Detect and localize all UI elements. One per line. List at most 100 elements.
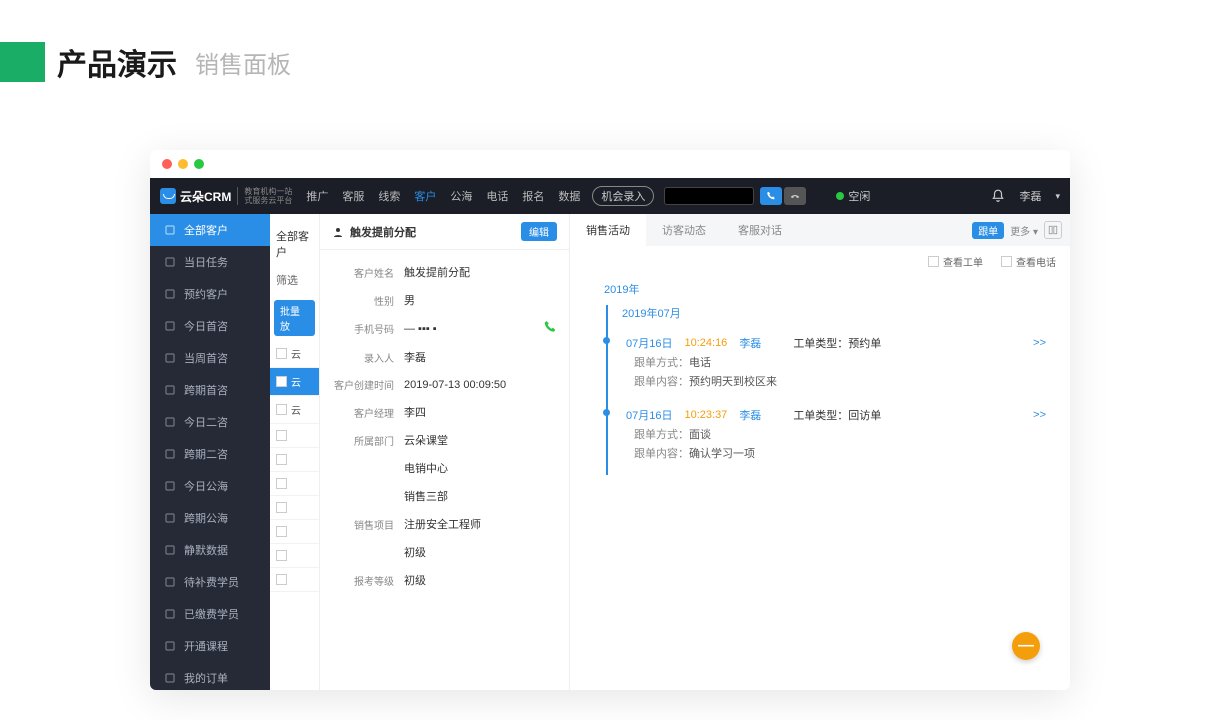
timeline-entry: 07月16日10:24:16李磊工单类型：预约单>>跟单方式：电话跟单内容：预约… — [626, 331, 1046, 403]
filter-label[interactable]: 筛选 — [270, 264, 319, 296]
main-area: 全部客户当日任务预约客户今日首咨当周首咨跨期首咨今日二咨跨期二咨今日公海跨期公海… — [150, 214, 1070, 690]
sidebar-item-13[interactable]: 开通课程 — [150, 630, 270, 662]
followup-tag[interactable]: 跟单 — [972, 222, 1004, 239]
sidebar-item-2[interactable]: 预约客户 — [150, 278, 270, 310]
sidebar-item-5[interactable]: 跨期首咨 — [150, 374, 270, 406]
sidebar-icon — [164, 640, 176, 652]
check-calls[interactable]: 查看电话 — [1001, 254, 1056, 269]
user-chevron-icon[interactable]: ▾ — [1055, 191, 1060, 202]
nav-item-6[interactable]: 报名 — [522, 188, 544, 204]
nav-item-1[interactable]: 客服 — [342, 188, 364, 204]
sidebar-item-14[interactable]: 我的订单 — [150, 662, 270, 690]
sidebar-label: 跨期首咨 — [184, 382, 228, 398]
status-text[interactable]: 空闲 — [848, 188, 870, 204]
month-group: 2019年07月 07月16日10:24:16李磊工单类型：预约单>>跟单方式：… — [606, 305, 1046, 475]
sidebar-label: 全部客户 — [184, 222, 228, 238]
customer-detail-panel: 触发提前分配 编辑 客户姓名触发提前分配性别男手机号码— ▪▪▪ ▪录入人李磊客… — [320, 214, 570, 690]
more-link[interactable]: 更多 ▾ — [1010, 223, 1038, 238]
field-value: 李磊 — [404, 349, 557, 365]
list-row[interactable] — [270, 448, 319, 472]
field-label: 报考等级 — [332, 573, 404, 588]
list-row[interactable] — [270, 520, 319, 544]
field-value: 云朵课堂 — [404, 432, 557, 448]
field-label: 性别 — [332, 293, 404, 308]
minimize-dot[interactable] — [178, 159, 188, 169]
window-titlebar — [150, 150, 1070, 178]
sidebar-icon — [164, 544, 176, 556]
search-input[interactable] — [664, 187, 754, 205]
fab-button[interactable]: — — [1012, 632, 1040, 660]
sidebar-item-9[interactable]: 跨期公海 — [150, 502, 270, 534]
entry-line: 跟单方式：电话 — [626, 351, 1046, 370]
phone-icon[interactable] — [525, 320, 557, 337]
entry-more-link[interactable]: >> — [1033, 337, 1046, 349]
topnav-right: 李磊 ▾ — [991, 188, 1060, 204]
list-row[interactable] — [270, 496, 319, 520]
sidebar-icon — [164, 288, 176, 300]
detail-field-2: 手机号码— ▪▪▪ ▪ — [324, 314, 565, 343]
entry-user[interactable]: 李磊 — [739, 335, 761, 351]
sidebar-item-7[interactable]: 跨期二咨 — [150, 438, 270, 470]
entry-line: 跟单内容：预约明天到校区来 — [626, 370, 1046, 389]
activity-tab-0[interactable]: 销售活动 — [570, 214, 646, 246]
check-tickets[interactable]: 查看工单 — [928, 254, 983, 269]
entry-user[interactable]: 李磊 — [739, 407, 761, 423]
nav-item-5[interactable]: 电话 — [486, 188, 508, 204]
list-row[interactable] — [270, 472, 319, 496]
bell-icon[interactable] — [991, 189, 1005, 203]
field-value: 初级 — [404, 572, 557, 588]
nav-item-3[interactable]: 客户 — [414, 188, 436, 204]
sidebar-label: 已缴费学员 — [184, 606, 239, 622]
batch-button[interactable]: 批量放 — [274, 300, 315, 336]
user-name[interactable]: 李磊 — [1019, 188, 1041, 204]
sidebar-icon — [164, 352, 176, 364]
list-row[interactable] — [270, 424, 319, 448]
field-label: 客户创建时间 — [332, 377, 404, 392]
detail-header: 触发提前分配 编辑 — [320, 214, 569, 250]
field-value: 初级 — [404, 544, 557, 560]
close-dot[interactable] — [162, 159, 172, 169]
list-row[interactable] — [270, 544, 319, 568]
activity-tab-2[interactable]: 客服对话 — [722, 214, 798, 246]
field-value: 2019-07-13 00:09:50 — [404, 379, 557, 391]
app-window: 云朵CRM 教育机构一站式服务云平台 推广客服线索客户公海电话报名数据 机会录入… — [150, 150, 1070, 690]
sidebar-item-6[interactable]: 今日二咨 — [150, 406, 270, 438]
nav-item-7[interactable]: 数据 — [558, 188, 580, 204]
detail-field-9: 销售项目注册安全工程师 — [324, 510, 565, 538]
nav-item-0[interactable]: 推广 — [306, 188, 328, 204]
edit-button[interactable]: 编辑 — [521, 222, 557, 241]
logo[interactable]: 云朵CRM 教育机构一站式服务云平台 — [160, 187, 292, 205]
field-value: 男 — [404, 292, 557, 308]
sidebar-item-10[interactable]: 静默数据 — [150, 534, 270, 566]
checkbox-icon — [276, 404, 287, 415]
sidebar-item-1[interactable]: 当日任务 — [150, 246, 270, 278]
nav-item-2[interactable]: 线索 — [378, 188, 400, 204]
sidebar-item-0[interactable]: 全部客户 — [150, 214, 270, 246]
sidebar-item-3[interactable]: 今日首咨 — [150, 310, 270, 342]
entry-date: 07月16日 — [626, 335, 672, 351]
sidebar-icon — [164, 384, 176, 396]
sidebar-item-8[interactable]: 今日公海 — [150, 470, 270, 502]
call-button[interactable] — [760, 187, 782, 205]
list-row[interactable]: 云 — [270, 396, 319, 424]
opportunity-button[interactable]: 机会录入 — [592, 186, 654, 206]
detail-field-1: 性别男 — [324, 286, 565, 314]
sidebar: 全部客户当日任务预约客户今日首咨当周首咨跨期首咨今日二咨跨期二咨今日公海跨期公海… — [150, 214, 270, 690]
hangup-button[interactable] — [784, 187, 806, 205]
list-row[interactable] — [270, 568, 319, 592]
layout-icon[interactable] — [1044, 221, 1062, 239]
field-label: 客户经理 — [332, 405, 404, 420]
sidebar-item-4[interactable]: 当周首咨 — [150, 342, 270, 374]
list-row[interactable]: 云 — [270, 340, 319, 368]
field-value: — ▪▪▪ ▪ — [404, 323, 525, 335]
nav-item-4[interactable]: 公海 — [450, 188, 472, 204]
sidebar-item-12[interactable]: 已缴费学员 — [150, 598, 270, 630]
maximize-dot[interactable] — [194, 159, 204, 169]
checkbox-icon — [276, 526, 287, 537]
sidebar-item-11[interactable]: 待补费学员 — [150, 566, 270, 598]
activity-tab-1[interactable]: 访客动态 — [646, 214, 722, 246]
entry-more-link[interactable]: >> — [1033, 409, 1046, 421]
list-row[interactable]: 云 — [270, 368, 319, 396]
phone-buttons — [760, 187, 806, 205]
field-value: 触发提前分配 — [404, 264, 557, 280]
